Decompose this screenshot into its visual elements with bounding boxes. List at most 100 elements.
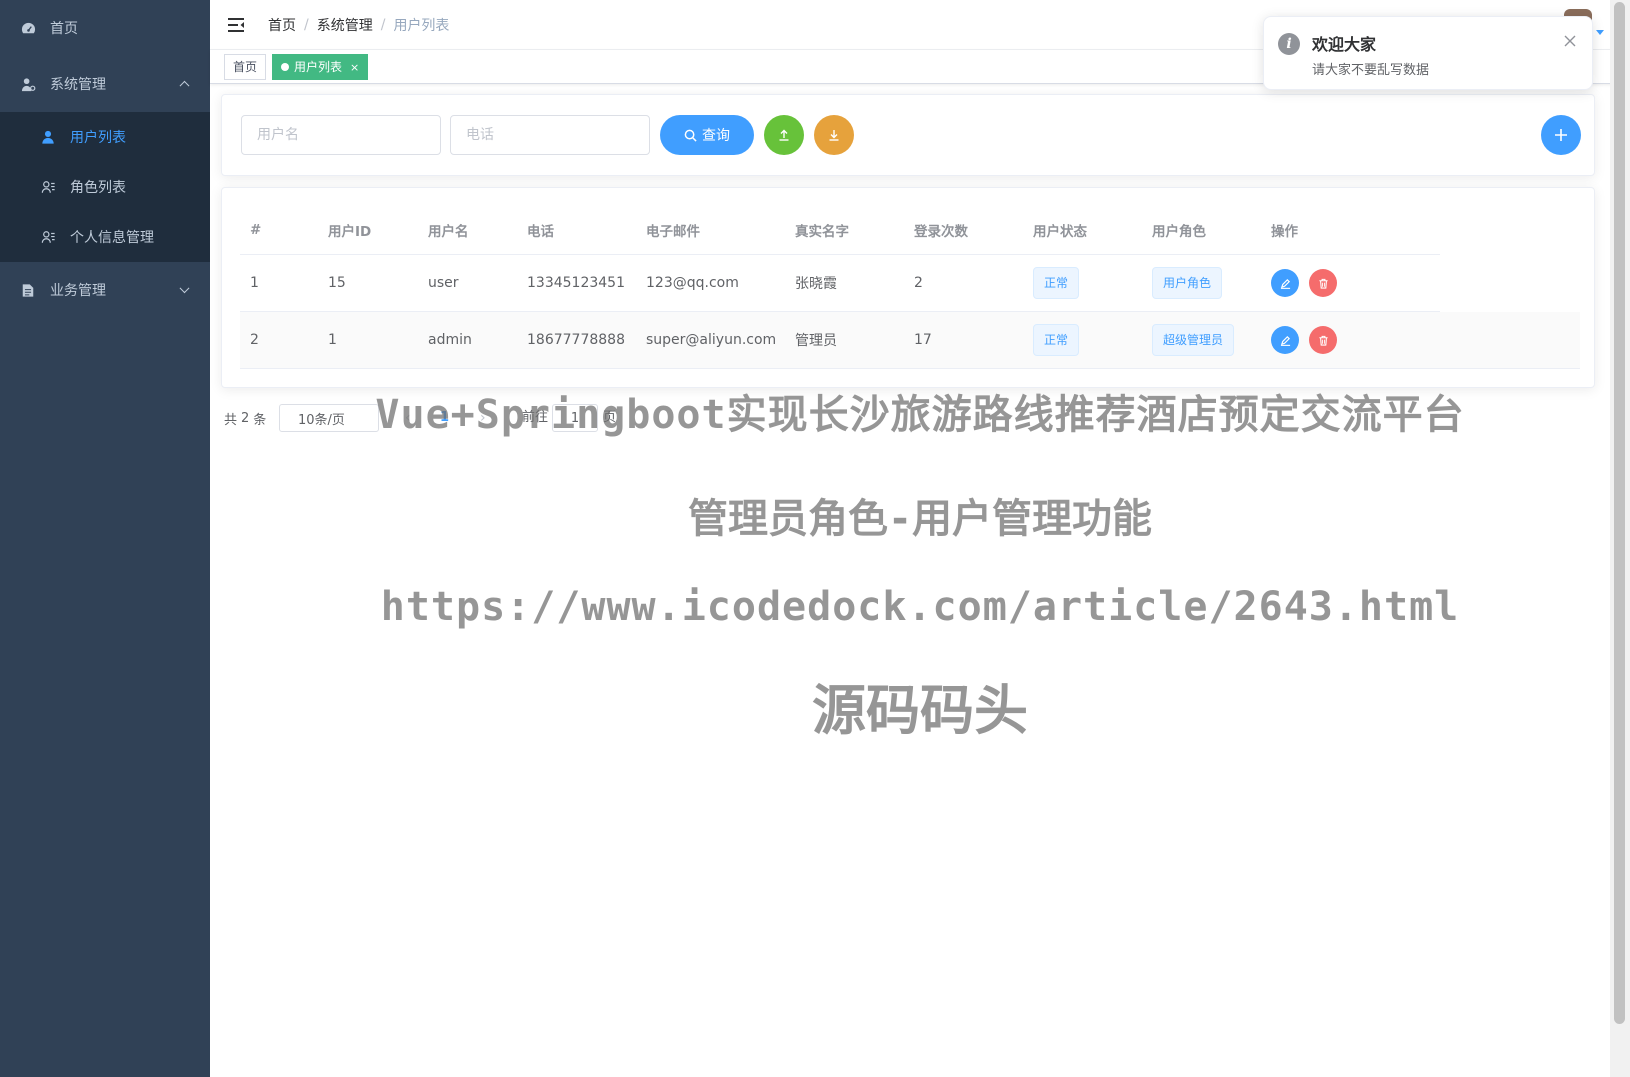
column-header: 操作 — [1271, 223, 1298, 240]
sidebar-item-user-list[interactable]: 用户列表 — [0, 112, 210, 162]
column-header: 用户名 — [428, 223, 469, 240]
page-scrollbar[interactable] — [1610, 0, 1630, 1077]
total-prefix: 共 — [224, 412, 238, 428]
row-phone: 18677778888 — [527, 332, 625, 348]
close-icon[interactable]: × — [350, 61, 359, 74]
sidebar-item-label: 业务管理 — [50, 283, 106, 299]
upload-button[interactable] — [764, 115, 804, 155]
prev-page-icon[interactable]: ‹ — [405, 404, 411, 432]
username-search-input[interactable] — [241, 115, 441, 155]
edit-icon — [1280, 278, 1291, 289]
sidebar-item-label: 系统管理 — [50, 77, 106, 93]
sidebar-item-role-list[interactable]: 角色列表 — [0, 162, 210, 212]
row-user-id: 15 — [328, 275, 346, 291]
plus-icon — [1554, 128, 1568, 142]
sidebar-item-profile[interactable]: 个人信息管理 — [0, 212, 210, 262]
sidebar-item-business[interactable]: 业务管理 — [0, 262, 210, 318]
row-email: super@aliyun.com — [646, 332, 777, 348]
welcome-notification: i 欢迎大家 请大家不要乱写数据 — [1263, 16, 1593, 90]
user-icon — [40, 129, 56, 145]
sidebar-submenu: 用户列表 角色列表 个人信息管理 — [0, 112, 210, 262]
tag-label: 用户列表 — [294, 60, 343, 74]
row-status-cell: 正常 — [1023, 312, 1080, 368]
goto-page-input[interactable] — [552, 404, 598, 432]
hamburger-icon[interactable] — [226, 15, 246, 35]
row-username: admin — [428, 332, 472, 348]
watermark-url: https://www.icodedock.com/article/2643.h… — [380, 584, 1460, 630]
scrollbar-thumb[interactable] — [1614, 2, 1625, 1024]
search-card: 查询 — [221, 94, 1595, 176]
tag-user-list[interactable]: 用户列表 × — [272, 54, 369, 80]
table-row[interactable]: 1 15 user 13345123451 123@qq.com 张晓霞 2 正… — [240, 255, 1440, 312]
row-username: user — [428, 275, 459, 291]
column-header: 电子邮件 — [646, 223, 700, 240]
query-button[interactable]: 查询 — [660, 115, 754, 155]
breadcrumb-system[interactable]: 系统管理 — [317, 15, 373, 35]
sidebar-item-system[interactable]: 系统管理 — [0, 56, 210, 112]
watermark-brand: 源码码头 — [812, 679, 1028, 742]
row-phone: 13345123451 — [527, 275, 625, 291]
phone-search-input[interactable] — [450, 115, 650, 155]
caret-down-icon[interactable] — [1596, 30, 1604, 35]
user-list-icon — [40, 229, 56, 245]
row-actions — [1261, 312, 1347, 368]
tag-label: 首页 — [233, 60, 258, 74]
table-row[interactable]: 2 1 admin 18677778888 super@aliyun.com 管… — [240, 312, 1580, 369]
row-index: 2 — [250, 332, 259, 348]
download-button[interactable] — [814, 115, 854, 155]
breadcrumb-separator: / — [304, 16, 309, 33]
breadcrumb-separator: / — [380, 16, 386, 33]
table-header-row: # 用户ID 用户名 电话 电子邮件 真实名字 登录次数 用户状态 用户角色 操… — [240, 205, 1440, 255]
page-size-select[interactable]: 10条/页 — [279, 404, 379, 432]
page-size-value: 10条/页 — [298, 412, 345, 428]
trash-icon — [1318, 335, 1329, 346]
edit-button[interactable] — [1271, 269, 1299, 297]
column-header: 真实名字 — [795, 223, 849, 240]
watermark-title: Vue+Springboot实现长沙旅游路线推荐酒店预定交流平台 — [375, 392, 1465, 438]
next-page-icon[interactable]: › — [480, 404, 486, 432]
row-realname: 张晓霞 — [795, 276, 837, 292]
chevron-down-icon — [179, 283, 190, 294]
edit-icon — [1280, 335, 1291, 346]
user-gear-icon — [20, 76, 36, 92]
breadcrumb-current: 用户列表 — [393, 17, 450, 34]
edit-button[interactable] — [1271, 326, 1299, 354]
role-badge: 用户角色 — [1152, 267, 1223, 299]
delete-button[interactable] — [1309, 326, 1337, 354]
sidebar-item-label: 角色列表 — [70, 180, 126, 196]
active-dot-icon — [281, 63, 289, 71]
status-badge: 正常 — [1033, 267, 1080, 299]
upload-icon — [778, 129, 790, 141]
row-role-cell: 用户角色 — [1142, 255, 1223, 311]
page-suffix: 页 — [603, 410, 617, 425]
notification-title: 欢迎大家 — [1312, 35, 1377, 54]
column-header: 用户状态 — [1033, 223, 1087, 240]
document-icon — [20, 282, 36, 298]
sidebar-item-label: 用户列表 — [70, 130, 126, 146]
trash-icon — [1318, 278, 1329, 289]
current-page[interactable]: 1 — [440, 404, 449, 432]
info-icon: i — [1278, 33, 1300, 55]
breadcrumb-home[interactable]: 首页 — [268, 15, 296, 35]
download-icon — [828, 129, 840, 141]
column-header: 电话 — [527, 223, 554, 240]
sidebar-item-home[interactable]: 首页 — [0, 0, 210, 56]
column-header: 用户角色 — [1152, 223, 1206, 240]
total-suffix: 条 — [253, 412, 267, 428]
user-list-icon — [40, 179, 56, 195]
notification-message: 请大家不要乱写数据 — [1312, 63, 1430, 78]
column-header: 用户ID — [328, 223, 372, 240]
add-user-button[interactable] — [1541, 115, 1581, 155]
column-header: # — [250, 221, 262, 238]
query-button-label: 查询 — [702, 128, 730, 144]
pagination-total: 共 2 条 — [224, 404, 266, 432]
tag-home[interactable]: 首页 — [224, 54, 267, 80]
breadcrumb: 首页 / 系统管理 / 用户列表 — [268, 15, 449, 35]
delete-button[interactable] — [1309, 269, 1337, 297]
row-actions — [1261, 255, 1347, 311]
row-login-count: 17 — [914, 332, 932, 348]
column-header: 登录次数 — [914, 223, 968, 240]
close-icon[interactable] — [1564, 35, 1578, 49]
watermark-subtitle: 管理员角色-用户管理功能 — [687, 496, 1153, 542]
sidebar-item-label: 首页 — [50, 21, 78, 37]
